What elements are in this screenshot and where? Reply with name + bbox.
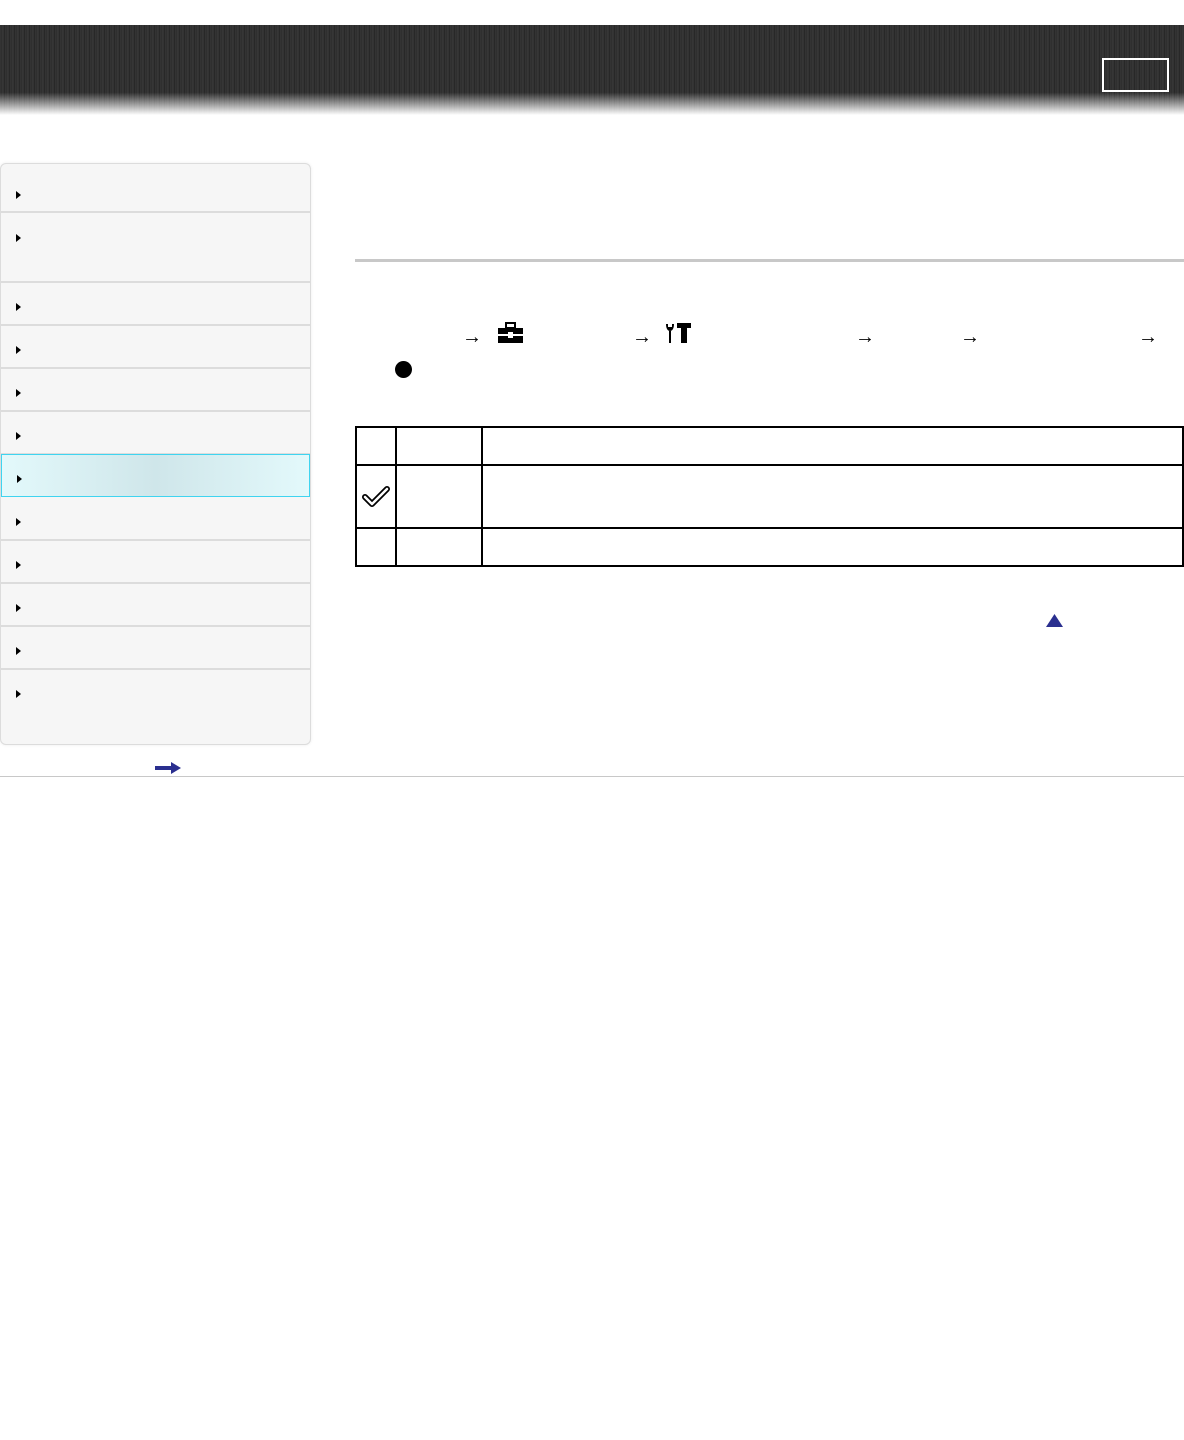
triangle-right-icon: [16, 191, 21, 199]
up-triangle-icon[interactable]: [1046, 614, 1063, 627]
table-row: [355, 426, 1184, 466]
sidebar-item-10[interactable]: [1, 584, 310, 627]
triangle-right-icon: [16, 432, 21, 440]
path-arrow-icon: →: [855, 326, 875, 348]
option-name-cell: [395, 464, 483, 529]
triangle-right-icon: [16, 604, 21, 612]
options-table: [355, 426, 1184, 567]
path-arrow-icon: →: [1138, 326, 1158, 348]
table-row: [355, 464, 1184, 529]
path-arrow-icon: →: [960, 326, 980, 348]
path-arrow-icon: →: [632, 326, 652, 348]
sidebar-item-5[interactable]: [1, 369, 310, 412]
setup-tools-icon: [666, 323, 691, 343]
sidebar-nav: [0, 163, 311, 745]
center-button-icon: [395, 361, 412, 378]
triangle-right-icon: [16, 561, 21, 569]
triangle-right-icon: [17, 475, 22, 483]
header-banner: [0, 25, 1184, 115]
triangle-right-icon: [16, 389, 21, 397]
sidebar-item-11[interactable]: [1, 627, 310, 670]
option-icon-cell: [355, 426, 397, 466]
toolbox-icon: [498, 322, 523, 343]
triangle-right-icon: [16, 303, 21, 311]
path-arrow-icon: →: [462, 326, 482, 348]
triangle-right-icon: [16, 518, 21, 526]
title-divider: [355, 259, 1184, 262]
sidebar-item-12[interactable]: [1, 670, 310, 744]
sidebar-item-8[interactable]: [1, 498, 310, 541]
option-description-cell: [481, 464, 1184, 529]
right-arrow-icon[interactable]: [155, 762, 181, 774]
sidebar-item-3[interactable]: [1, 283, 310, 326]
footer-divider: [0, 776, 1184, 777]
sidebar-item-1[interactable]: [1, 164, 310, 213]
option-name-cell: [395, 527, 483, 567]
option-name-cell: [395, 426, 483, 466]
option-description-cell: [481, 527, 1184, 567]
option-icon-cell: [355, 527, 397, 567]
triangle-right-icon: [16, 234, 21, 242]
header-top-button[interactable]: [1102, 58, 1169, 92]
triangle-right-icon: [16, 346, 21, 354]
sidebar-item-6[interactable]: [1, 412, 310, 455]
option-icon-cell: [355, 464, 397, 529]
triangle-right-icon: [16, 647, 21, 655]
check-icon: [362, 485, 390, 507]
sidebar-item-9[interactable]: [1, 541, 310, 584]
option-description-cell: [481, 426, 1184, 466]
sidebar-item-2[interactable]: [1, 213, 310, 283]
sidebar-item-7-active[interactable]: [1, 454, 310, 497]
sidebar-item-4[interactable]: [1, 326, 310, 369]
triangle-right-icon: [16, 690, 21, 698]
table-row: [355, 527, 1184, 567]
